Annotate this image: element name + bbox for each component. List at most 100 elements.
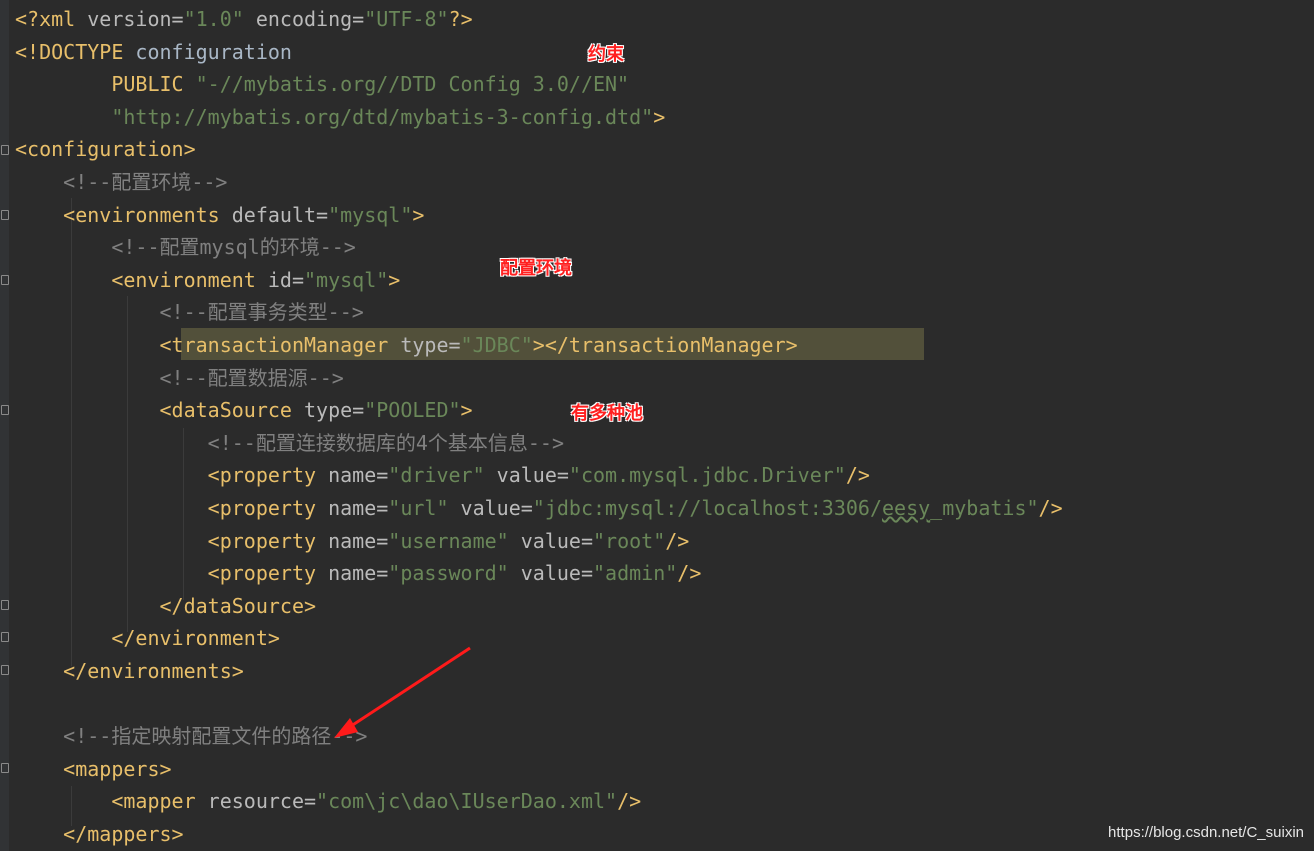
code-token: <configuration> [15, 137, 196, 162]
code-line[interactable]: "http://mybatis.org/dtd/mybatis-3-config… [15, 101, 665, 133]
code-token: <mappers> [15, 756, 172, 781]
code-token: type= [291, 398, 365, 423]
code-token: "mysql" [304, 267, 389, 292]
code-line[interactable]: <!--配置环境--> [15, 166, 227, 198]
annotation-constraint: 约束 [588, 44, 624, 65]
code-line[interactable]: <environment id="mysql"> [15, 264, 400, 296]
code-token: > [412, 202, 425, 227]
code-line[interactable]: PUBLIC "-//mybatis.org//DTD Config 3.0//… [15, 68, 629, 100]
code-token: <property [15, 496, 317, 520]
code-token: value= [484, 463, 569, 488]
fold-marker-icon[interactable] [1, 600, 9, 610]
code-token: /> [1038, 496, 1063, 520]
code-token: "1.0" [183, 7, 244, 31]
code-token: <environment [15, 267, 256, 292]
code-line[interactable]: <!--指定映射配置文件的路径--> [15, 720, 367, 752]
code-line[interactable]: <property name="url" value="jdbc:mysql:/… [15, 492, 1063, 524]
code-line[interactable]: </environment> [15, 622, 280, 654]
code-line[interactable]: <mappers> [15, 753, 172, 785]
fold-marker-icon[interactable] [1, 763, 9, 773]
code-token: <property [15, 561, 317, 586]
code-line[interactable]: <property name="password" value="admin"/… [15, 557, 702, 589]
code-token: <!--指定映射配置文件的路径--> [15, 724, 368, 749]
code-token: id= [255, 267, 304, 292]
code-token: version= [75, 7, 184, 31]
watermark: https://blog.csdn.net/C_suixin [1108, 824, 1304, 841]
code-token: <dataSource [15, 398, 292, 423]
red-arrow-icon [334, 646, 471, 738]
code-line[interactable]: </mappers> [15, 818, 184, 850]
code-token: > [388, 267, 401, 292]
code-token: PUBLIC [15, 72, 196, 97]
code-line[interactable]: <property name="username" value="root"/> [15, 525, 690, 557]
code-line[interactable]: <transactionManager type="JDBC"></transa… [15, 329, 798, 361]
code-token: encoding= [243, 7, 365, 31]
fold-marker-icon[interactable] [1, 210, 9, 220]
code-token: /> [677, 561, 702, 586]
code-line[interactable]: <!--配置数据源--> [15, 362, 344, 394]
code-line[interactable]: <property name="driver" value="com.mysql… [15, 459, 870, 491]
code-token: value= [508, 528, 593, 553]
code-token: "JDBC" [460, 333, 533, 357]
code-editor[interactable]: <?xml version="1.0" encoding="UTF-8"?> <!… [0, 0, 1314, 851]
code-token: <!--配置连接数据库的4个基本信息--> [15, 430, 564, 455]
code-line[interactable]: <mapper resource="com\jc\dao\IUserDao.xm… [15, 785, 641, 817]
annotation-config-env: 配置环境 [500, 258, 572, 279]
fold-marker-icon[interactable] [1, 632, 9, 642]
code-token: ></transactionManager> [532, 333, 798, 357]
code-token: </environments> [15, 659, 244, 683]
code-token: <!--配置数据源--> [15, 365, 344, 390]
code-token: "POOLED" [364, 398, 461, 423]
fold-marker-icon[interactable] [1, 275, 9, 285]
code-token: configuration [123, 39, 292, 64]
code-token: "jdbc:mysql://localhost:3306/ [532, 496, 882, 520]
code-token: </mappers> [15, 822, 184, 846]
code-token: <?xml [15, 7, 76, 31]
fold-marker-icon[interactable] [1, 665, 9, 675]
code-line[interactable]: <environments default="mysql"> [15, 199, 424, 231]
fold-marker-icon[interactable] [1, 145, 9, 155]
editor-gutter [0, 0, 9, 851]
code-token: <environments [15, 202, 220, 227]
code-token: <!--配置环境--> [15, 170, 228, 194]
code-token: "UTF-8" [364, 7, 449, 31]
code-token: default= [219, 202, 329, 227]
fold-marker-icon[interactable] [1, 405, 9, 415]
code-token: value= [508, 561, 593, 586]
code-token: > [653, 104, 666, 129]
code-token: "http://mybatis.org/dtd/mybatis-3-config… [15, 104, 654, 129]
code-token: <!DOCTYPE [15, 39, 124, 64]
code-token: type= [388, 333, 461, 357]
code-token: <property [15, 528, 317, 553]
code-line[interactable]: <dataSource type="POOLED"> [15, 394, 473, 426]
code-token: name= [316, 496, 389, 520]
code-token: name= [316, 561, 389, 586]
code-token: "password" [388, 561, 509, 586]
code-token: value= [448, 496, 533, 520]
code-line[interactable]: <configuration> [15, 133, 196, 165]
code-line[interactable]: </dataSource> [15, 590, 316, 622]
code-line[interactable]: </environments> [15, 655, 244, 687]
code-line[interactable]: <!--配置事务类型--> [15, 296, 363, 328]
code-token: ?> [448, 7, 473, 31]
code-token: resource= [195, 789, 317, 814]
code-token: "username" [388, 528, 509, 553]
code-token: name= [316, 463, 389, 488]
code-token: _mybatis" [930, 496, 1039, 520]
code-line[interactable]: <!DOCTYPE configuration [15, 36, 292, 68]
code-token: /> [665, 528, 690, 553]
code-token: <!--配置mysql的环境--> [15, 235, 356, 260]
code-token: > [460, 398, 473, 423]
code-token: <transactionManager [15, 333, 389, 357]
code-token: "com.mysql.jdbc.Driver" [568, 463, 846, 488]
code-line[interactable]: <!--配置连接数据库的4个基本信息--> [15, 427, 564, 459]
code-line[interactable]: <!--配置mysql的环境--> [15, 231, 356, 263]
code-token: <mapper [15, 789, 196, 814]
code-token: "com\jc\dao\IUserDao.xml" [316, 789, 618, 814]
code-token: "root" [593, 528, 666, 553]
code-token: "driver" [388, 463, 485, 488]
code-token: "mysql" [328, 202, 413, 227]
code-line[interactable]: <?xml version="1.0" encoding="UTF-8"?> [15, 3, 473, 35]
code-token: "-//mybatis.org//DTD Config 3.0//EN" [195, 72, 630, 97]
annotation-pools: 有多种池 [571, 403, 643, 424]
